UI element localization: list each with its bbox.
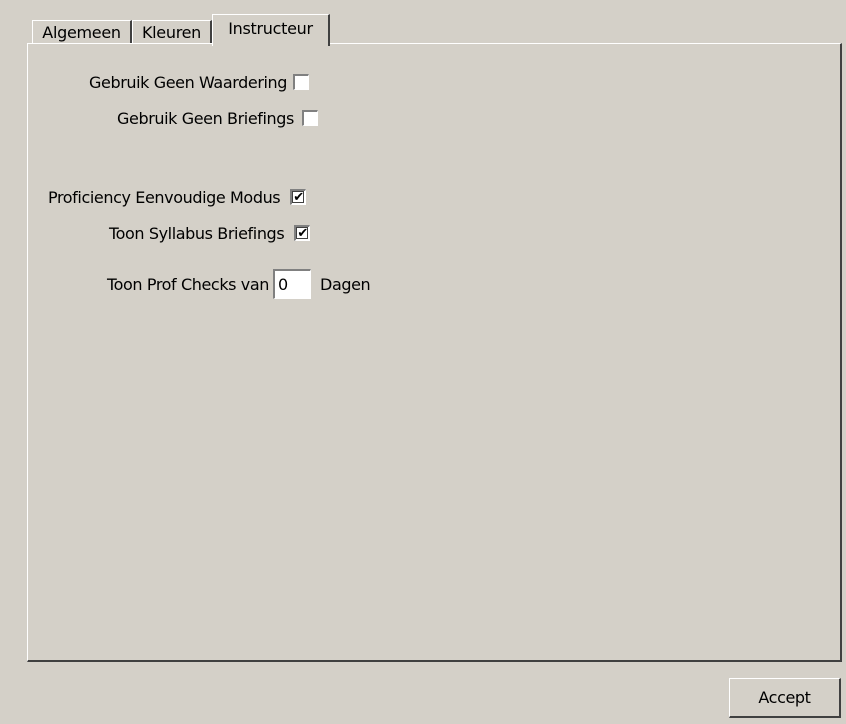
no-briefings-checkbox[interactable] bbox=[301, 110, 318, 126]
accept-button[interactable]: Accept bbox=[729, 678, 841, 718]
prof-checks-label: Toon Prof Checks van bbox=[107, 274, 270, 294]
no-briefings-label: Gebruik Geen Briefings bbox=[117, 108, 294, 128]
show-syllabus-briefings-row: Toon Syllabus Briefings ✔ bbox=[109, 222, 311, 244]
tab-algemeen[interactable]: Algemeen bbox=[32, 20, 132, 44]
tab-instructeur[interactable]: Instructeur bbox=[212, 14, 330, 46]
no-rating-label: Gebruik Geen Waardering bbox=[89, 72, 288, 92]
tab-kleuren[interactable]: Kleuren bbox=[132, 20, 212, 44]
proficiency-simple-checkbox[interactable]: ✔ bbox=[290, 189, 307, 205]
no-rating-checkbox[interactable] bbox=[293, 74, 310, 90]
instructeur-panel: Gebruik Geen Waardering Gebruik Geen Bri… bbox=[27, 43, 842, 662]
prof-checks-unit-label: Dagen bbox=[320, 274, 371, 294]
no-briefings-row: Gebruik Geen Briefings bbox=[117, 107, 318, 129]
checkmark-icon: ✔ bbox=[297, 226, 309, 241]
checkmark-icon: ✔ bbox=[293, 190, 305, 205]
proficiency-simple-row: Proficiency Eenvoudige Modus ✔ bbox=[48, 186, 307, 208]
prof-checks-days-input[interactable] bbox=[273, 269, 312, 299]
prof-checks-row: Toon Prof Checks van Dagen bbox=[107, 269, 371, 299]
show-syllabus-briefings-checkbox[interactable]: ✔ bbox=[294, 225, 311, 241]
proficiency-simple-label: Proficiency Eenvoudige Modus bbox=[48, 187, 281, 207]
show-syllabus-briefings-label: Toon Syllabus Briefings bbox=[109, 223, 285, 243]
no-rating-row: Gebruik Geen Waardering bbox=[89, 71, 310, 93]
